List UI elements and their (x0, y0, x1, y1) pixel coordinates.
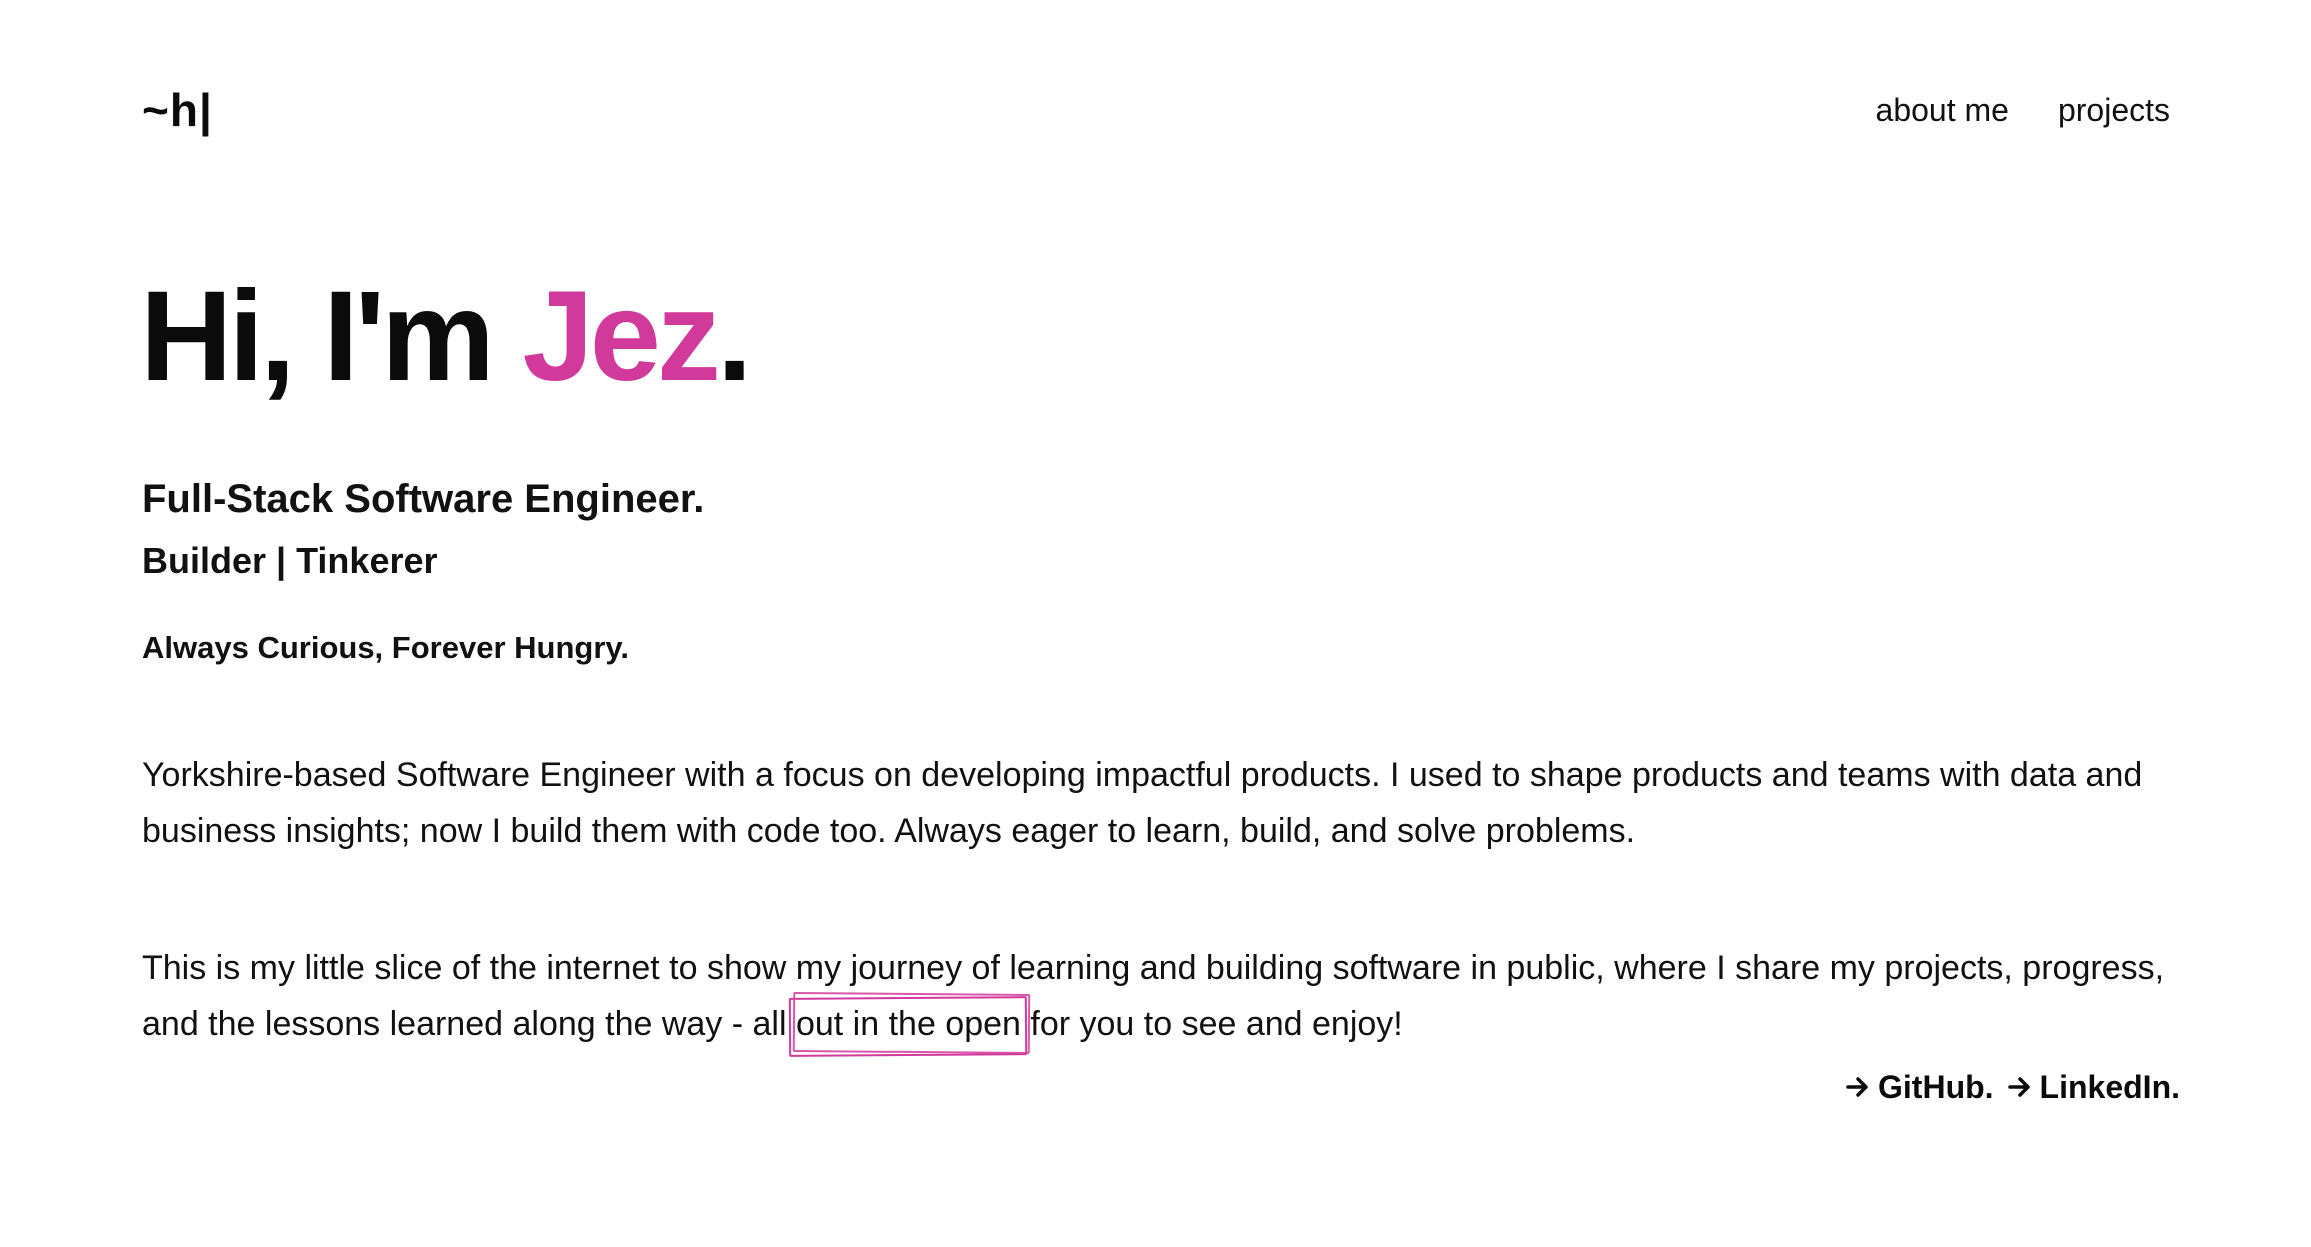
github-link[interactable]: GitHub. (1846, 1065, 1994, 1109)
linkedin-link[interactable]: LinkedIn. (2007, 1065, 2180, 1109)
tagline: Builder | Tinkerer (142, 540, 438, 581)
arrow-right-icon (1846, 1077, 1868, 1097)
nav-about-me-link[interactable]: about me (1876, 88, 2009, 132)
hero-name: Jez (522, 265, 721, 408)
nav-projects-link[interactable]: projects (2058, 88, 2170, 132)
about-text-end: for you to see and enjoy! (1020, 1005, 1403, 1043)
social-links: GitHub. LinkedIn. (1846, 1065, 2180, 1109)
hero-greeting: Hi, I'm (140, 265, 523, 408)
intro-paragraph: Yorkshire-based Software Engineer with a… (142, 756, 2143, 850)
highlighted-phrase: out in the open (796, 996, 1021, 1052)
motto: Always Curious, Forever Hungry. (142, 630, 629, 665)
site-logo[interactable]: ~h| (142, 82, 213, 138)
github-label: GitHub. (1878, 1069, 1994, 1105)
hero-punct: . (716, 265, 753, 408)
about-paragraph: This is my little slice of the internet … (142, 940, 2172, 1052)
main-nav: about me projects (1876, 88, 2170, 132)
linkedin-label: LinkedIn. (2039, 1069, 2180, 1105)
arrow-right-icon (2007, 1077, 2030, 1097)
role-title: Full-Stack Software Engineer. (142, 477, 705, 521)
hero-heading: Hi, I'm Jez. (140, 262, 753, 412)
